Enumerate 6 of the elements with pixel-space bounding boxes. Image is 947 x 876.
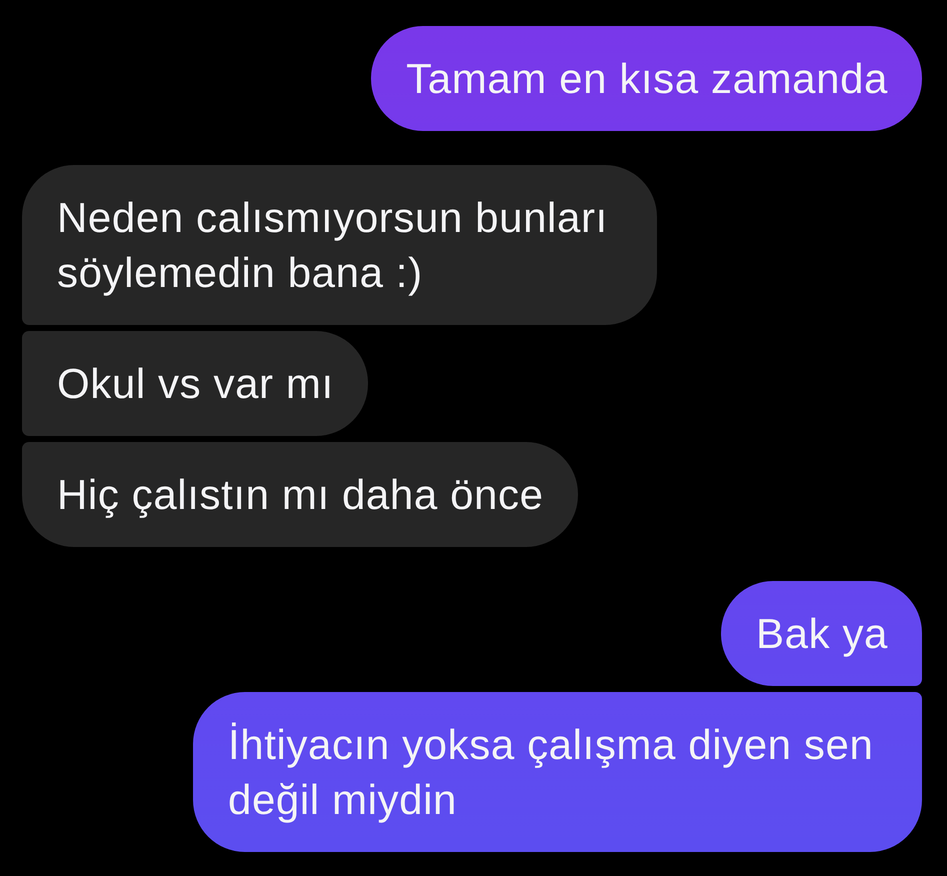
- sent-message: İhtiyacın yoksa çalışma diyen sen değil miydin: [193, 692, 922, 852]
- received-message: Hiç çalıstın mı daha önce: [22, 442, 578, 547]
- sent-message: Tamam en kısa zamanda: [371, 26, 922, 131]
- sent-message: Bak ya: [721, 581, 922, 686]
- received-message: Okul vs var mı: [22, 331, 368, 436]
- received-message: Neden calısmıyorsun bunları söylemedin bana :): [22, 165, 657, 325]
